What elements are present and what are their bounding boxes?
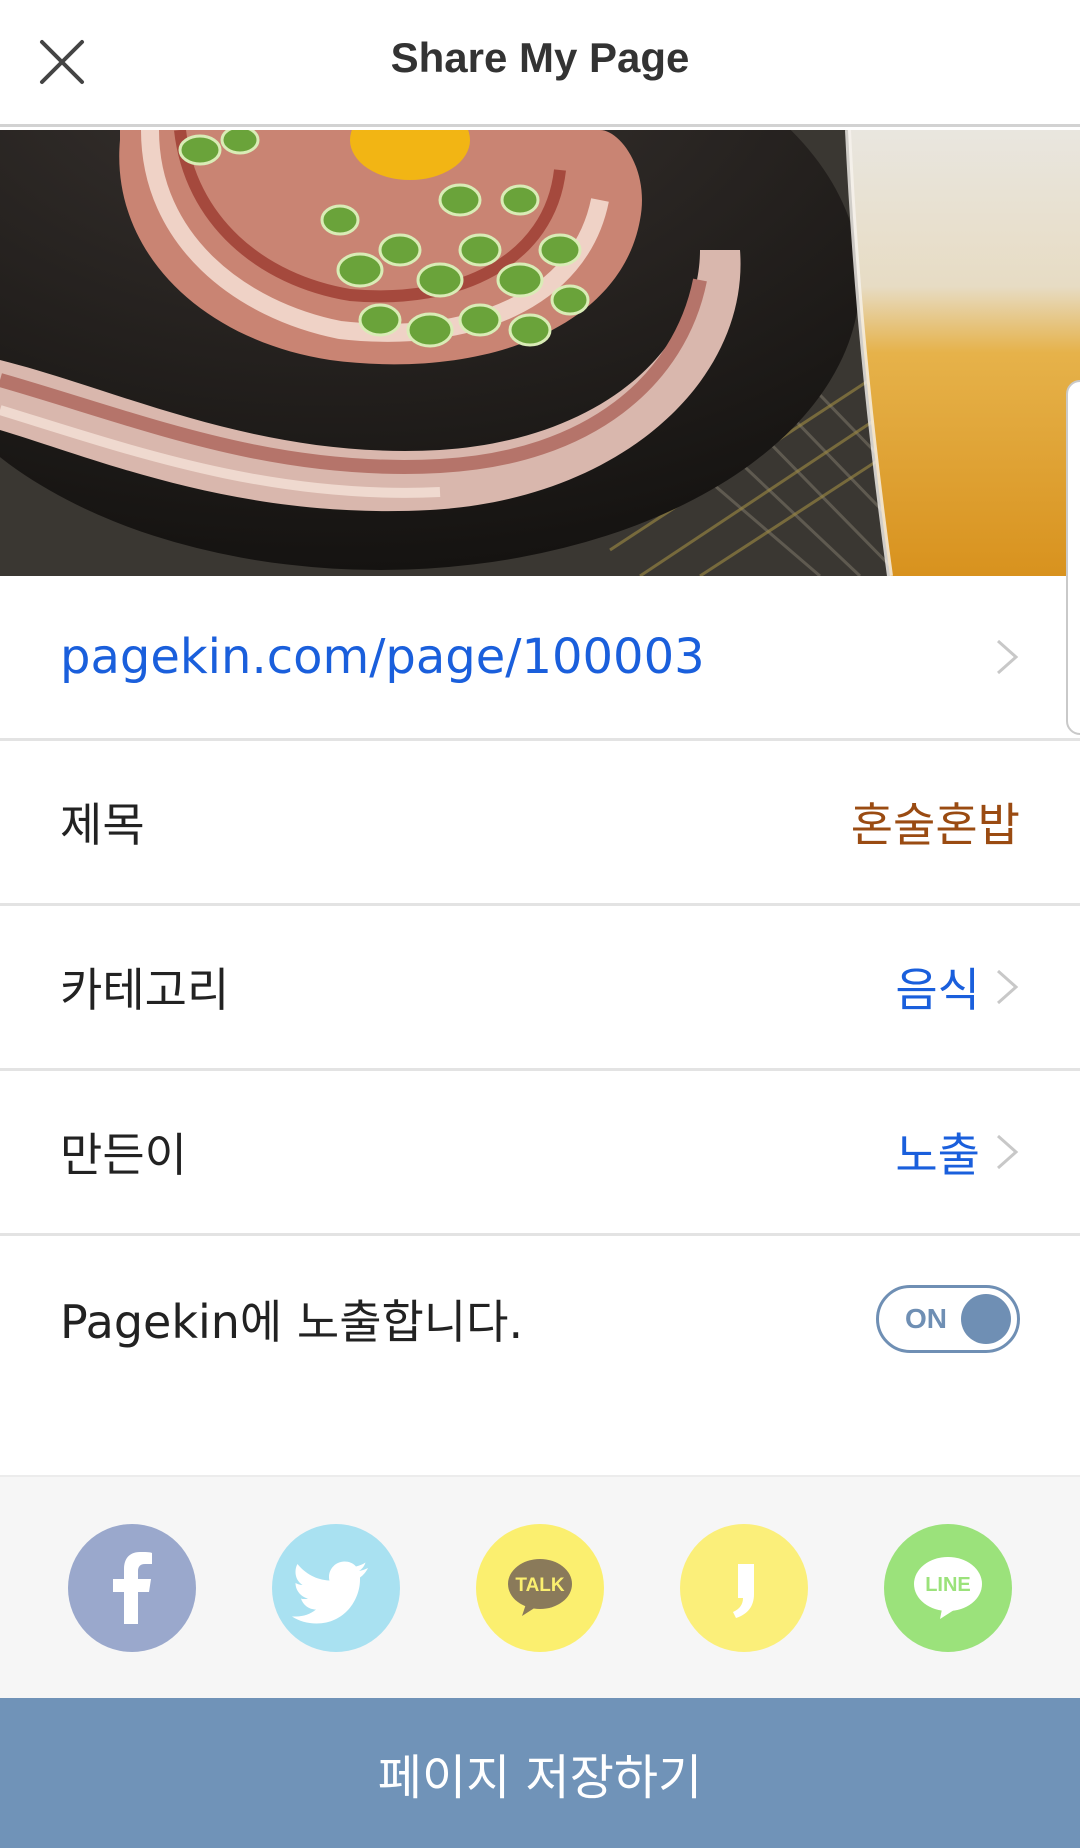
chevron-right-icon [997, 969, 1019, 1005]
twitter-icon [292, 1561, 368, 1623]
category-value[interactable]: 음식 [895, 954, 980, 1020]
page-url-link[interactable]: pagekin.com/page/100003 [60, 629, 705, 685]
title-row[interactable]: 제목 혼술혼밥 [0, 741, 1080, 906]
side-drawer-handle[interactable] [1066, 380, 1080, 735]
facebook-icon [113, 1551, 152, 1624]
kakaotalk-share-button[interactable]: TALK [476, 1523, 604, 1652]
food-photo [0, 130, 1080, 576]
svg-text:LINE: LINE [925, 1574, 971, 1596]
creator-label: 만든이 [60, 1128, 187, 1182]
page-url-row[interactable]: pagekin.com/page/100003 [0, 576, 1080, 741]
line-share-button[interactable]: LINE [884, 1523, 1012, 1652]
twitter-share-button[interactable] [272, 1523, 400, 1652]
chevron-right-icon [997, 639, 1019, 675]
line-icon: LINE [914, 1556, 982, 1619]
expose-label: Pagekin에 노출합니다. [60, 1294, 524, 1349]
category-label: 카테고리 [60, 963, 230, 1017]
header-bar: Share My Page [0, 0, 1080, 127]
toggle-knob [961, 1293, 1011, 1344]
kakaotalk-icon: TALK [508, 1558, 572, 1616]
title-value[interactable]: 혼술혼밥 [851, 789, 1020, 855]
kakaostory-icon [733, 1563, 754, 1618]
save-page-button[interactable]: 페이지 저장하기 [0, 1698, 1080, 1848]
save-page-label: 페이지 저장하기 [377, 1750, 703, 1806]
share-bar: TALK LINE [0, 1475, 1080, 1698]
cover-image[interactable] [0, 130, 1080, 576]
category-row[interactable]: 카테고리 음식 [0, 906, 1080, 1071]
title-label: 제목 [60, 798, 145, 852]
svg-text:TALK: TALK [515, 1575, 565, 1596]
creator-value[interactable]: 노출 [895, 1119, 980, 1185]
facebook-share-button[interactable] [68, 1523, 196, 1652]
chevron-right-icon [997, 1134, 1019, 1170]
kakaostory-share-button[interactable] [680, 1523, 808, 1652]
page-title: Share My Page [390, 34, 690, 81]
expose-toggle[interactable]: ON [876, 1284, 1020, 1353]
expose-row: Pagekin에 노출합니다. ON [0, 1236, 1080, 1401]
toggle-state-label: ON [905, 1302, 947, 1334]
creator-row[interactable]: 만든이 노출 [0, 1071, 1080, 1236]
share-page-screen: Share My Page pagekin.com/page/100003 제목… [0, 0, 1080, 1848]
